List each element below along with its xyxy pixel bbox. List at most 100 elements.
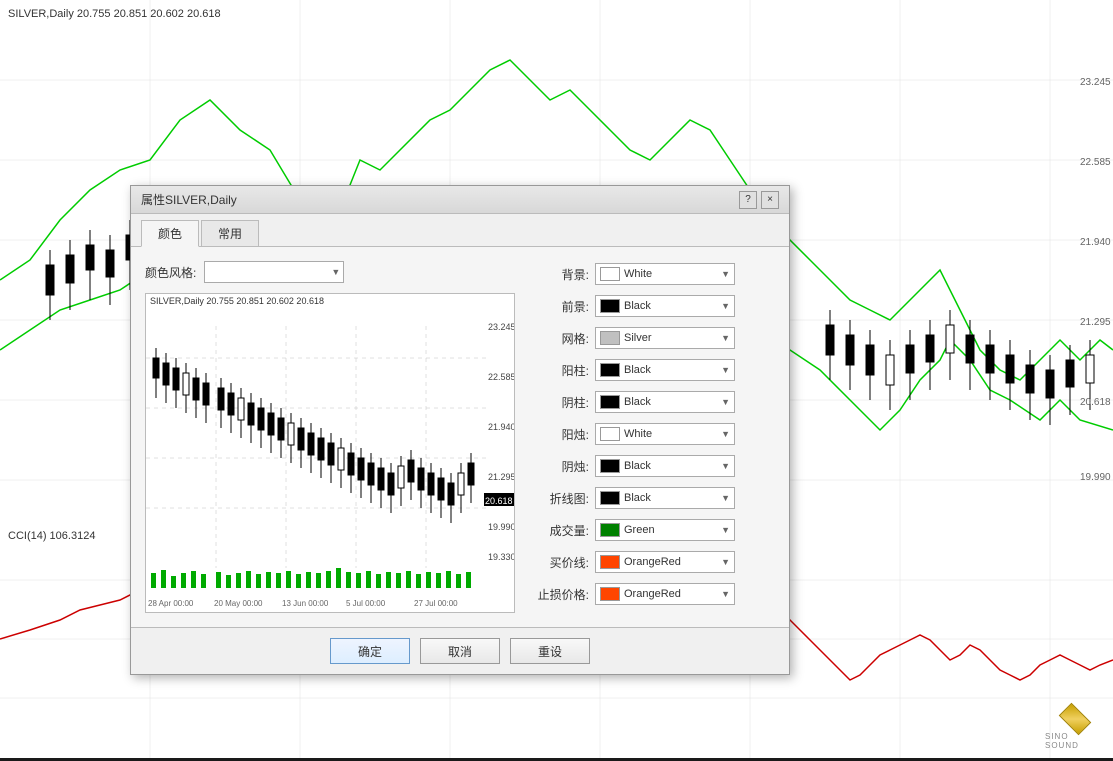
color-row-volume: 成交量: Green ▼	[535, 517, 775, 543]
logo-text: SINO SOUND	[1045, 732, 1105, 750]
dialog-controls: ? ×	[739, 191, 779, 209]
reset-button[interactable]: 重设	[510, 638, 590, 664]
color-name-bull-bar: Black	[624, 364, 721, 376]
svg-text:20.618: 20.618	[1080, 397, 1111, 408]
color-label-background: 背景:	[535, 266, 589, 283]
properties-dialog: 属性SILVER,Daily ? × 颜色 常用 颜色风格: ▼	[130, 185, 790, 675]
color-row-line-chart: 折线图: Black ▼	[535, 485, 775, 511]
svg-text:28 Apr 00:00: 28 Apr 00:00	[148, 599, 194, 608]
svg-text:22.585: 22.585	[488, 372, 515, 382]
color-swatch-stop-loss	[600, 587, 620, 601]
color-dropdown-bull-bar[interactable]: Black ▼	[595, 359, 735, 381]
color-arrow-volume: ▼	[721, 525, 734, 535]
color-name-stop-loss: OrangeRed	[624, 588, 721, 600]
dialog-tabs: 颜色 常用	[131, 214, 789, 247]
svg-text:22.585: 22.585	[1080, 157, 1111, 168]
color-row-bull-bar: 阳柱: Black ▼	[535, 357, 775, 383]
color-dropdown-line-chart[interactable]: Black ▼	[595, 487, 735, 509]
color-swatch-buy-price	[600, 555, 620, 569]
color-row-buy-price: 买价线: OrangeRed ▼	[535, 549, 775, 575]
color-dropdown-foreground[interactable]: Black ▼	[595, 295, 735, 317]
color-arrow-foreground: ▼	[721, 301, 734, 311]
color-row-background: 背景: White ▼	[535, 261, 775, 287]
dialog-titlebar: 属性SILVER,Daily ? ×	[131, 186, 789, 214]
color-label-grid: 网格:	[535, 330, 589, 347]
color-row-bear-candle: 阴烛: Black ▼	[535, 453, 775, 479]
color-row-bull-candle: 阳烛: White ▼	[535, 421, 775, 447]
svg-text:21.295: 21.295	[1080, 317, 1111, 328]
color-swatch-bull-bar	[600, 363, 620, 377]
color-dropdown-bear-bar[interactable]: Black ▼	[595, 391, 735, 413]
color-dropdown-stop-loss[interactable]: OrangeRed ▼	[595, 583, 735, 605]
color-dropdown-grid[interactable]: Silver ▼	[595, 327, 735, 349]
color-row-bear-bar: 阴柱: Black ▼	[535, 389, 775, 415]
preview-chart: SILVER,Daily 20.755 20.851 20.602 20.618	[145, 293, 515, 613]
dialog-footer: 确定 取消 重设	[131, 627, 789, 674]
color-label-bear-candle: 阴烛:	[535, 458, 589, 475]
color-arrow-bear-bar: ▼	[721, 397, 734, 407]
color-swatch-bear-candle	[600, 459, 620, 473]
color-row-stop-loss: 止损价格: OrangeRed ▼	[535, 581, 775, 607]
cancel-button[interactable]: 取消	[420, 638, 500, 664]
chart-title: SILVER,Daily 20.755 20.851 20.602 20.618	[8, 8, 221, 20]
dialog-left-panel: 颜色风格: ▼ SILVER,Daily 20.755 20.851 20.60…	[145, 261, 515, 613]
color-swatch-background	[600, 267, 620, 281]
color-label-foreground: 前景:	[535, 298, 589, 315]
dialog-title: 属性SILVER,Daily	[141, 191, 237, 208]
style-select-wrapper: ▼	[204, 261, 344, 283]
color-dropdown-buy-price[interactable]: OrangeRed ▼	[595, 551, 735, 573]
color-dropdown-volume[interactable]: Green ▼	[595, 519, 735, 541]
color-row-foreground: 前景: Black ▼	[535, 293, 775, 319]
cci-label: CCI(14) 106.3124	[8, 530, 95, 542]
svg-text:19.330: 19.330	[488, 552, 515, 562]
style-label: 颜色风格:	[145, 264, 196, 281]
color-swatch-line-chart	[600, 491, 620, 505]
color-name-buy-price: OrangeRed	[624, 556, 721, 568]
tab-color[interactable]: 颜色	[141, 220, 199, 247]
color-row-grid: 网格: Silver ▼	[535, 325, 775, 351]
color-arrow-line-chart: ▼	[721, 493, 734, 503]
color-arrow-bull-candle: ▼	[721, 429, 734, 439]
color-name-line-chart: Black	[624, 492, 721, 504]
style-select[interactable]	[204, 261, 344, 283]
svg-text:19.990: 19.990	[1080, 472, 1111, 483]
color-arrow-background: ▼	[721, 269, 734, 279]
color-swatch-bull-candle	[600, 427, 620, 441]
style-selector-row: 颜色风格: ▼	[145, 261, 515, 283]
color-swatch-grid	[600, 331, 620, 345]
color-swatch-bear-bar	[600, 395, 620, 409]
logo: SINO SOUND	[1045, 710, 1105, 750]
color-name-bear-bar: Black	[624, 396, 721, 408]
color-label-bull-bar: 阳柱:	[535, 362, 589, 379]
color-label-line-chart: 折线图:	[535, 490, 589, 507]
color-name-grid: Silver	[624, 332, 721, 344]
color-dropdown-bear-candle[interactable]: Black ▼	[595, 455, 735, 477]
dialog-body: 颜色风格: ▼ SILVER,Daily 20.755 20.851 20.60…	[131, 247, 789, 627]
confirm-button[interactable]: 确定	[330, 638, 410, 664]
color-name-bear-candle: Black	[624, 460, 721, 472]
color-name-foreground: Black	[624, 300, 721, 312]
svg-text:27 Jul 00:00: 27 Jul 00:00	[414, 599, 458, 608]
tab-common[interactable]: 常用	[201, 220, 259, 246]
svg-text:13 Jun 00:00: 13 Jun 00:00	[282, 599, 329, 608]
color-dropdown-background[interactable]: White ▼	[595, 263, 735, 285]
color-arrow-grid: ▼	[721, 333, 734, 343]
help-button[interactable]: ?	[739, 191, 757, 209]
preview-svg: 23.245 22.585 21.940 21.295 20.618 20.61…	[146, 308, 515, 608]
color-arrow-bull-bar: ▼	[721, 365, 734, 375]
svg-text:21.940: 21.940	[1080, 237, 1111, 248]
color-swatch-volume	[600, 523, 620, 537]
color-arrow-stop-loss: ▼	[721, 589, 734, 599]
svg-text:19.990: 19.990	[488, 522, 515, 532]
color-label-stop-loss: 止损价格:	[535, 586, 589, 603]
svg-text:21.940: 21.940	[488, 422, 515, 432]
close-button[interactable]: ×	[761, 191, 779, 209]
color-name-bull-candle: White	[624, 428, 721, 440]
svg-text:21.295: 21.295	[488, 472, 515, 482]
dialog-right-panel: 背景: White ▼ 前景: Black ▼ 网格:	[535, 261, 775, 613]
color-swatch-foreground	[600, 299, 620, 313]
color-arrow-bear-candle: ▼	[721, 461, 734, 471]
svg-text:23.245: 23.245	[1080, 77, 1111, 88]
color-dropdown-bull-candle[interactable]: White ▼	[595, 423, 735, 445]
color-name-volume: Green	[624, 524, 721, 536]
